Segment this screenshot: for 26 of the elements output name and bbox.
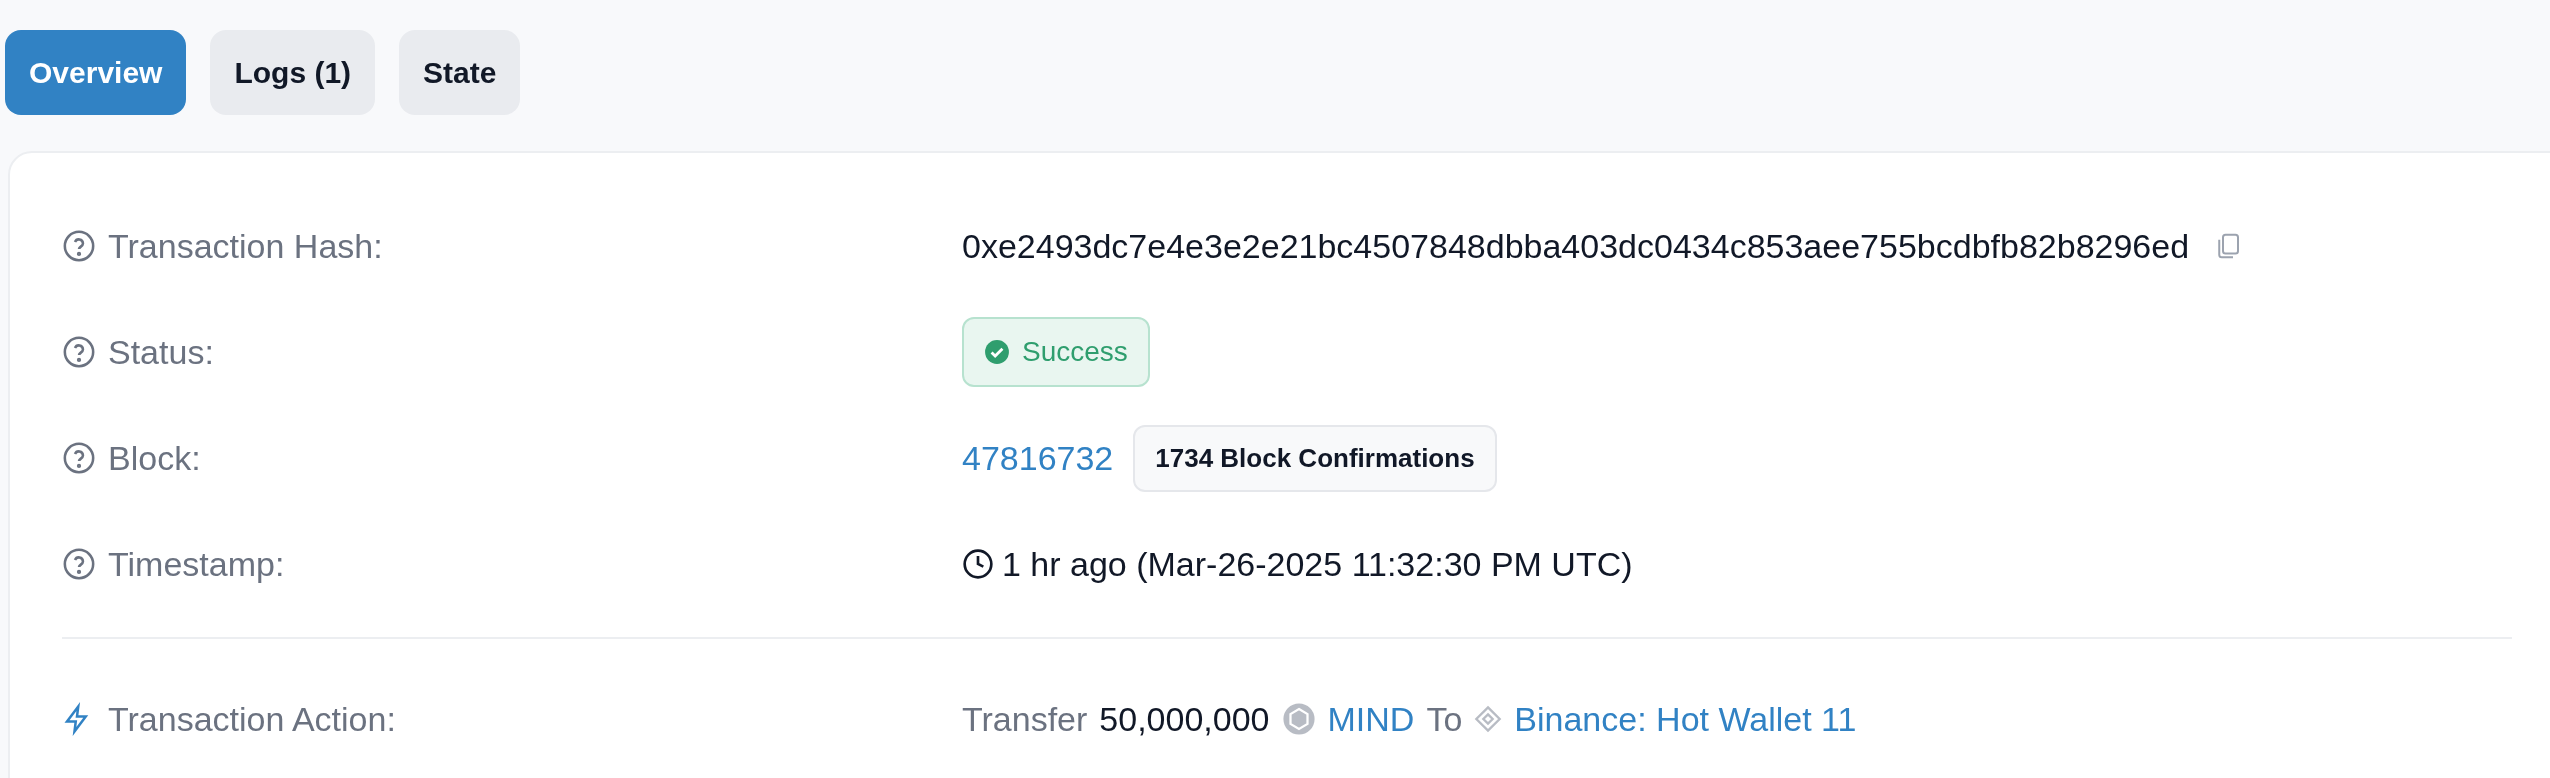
help-icon — [62, 335, 96, 369]
field-label: Transaction Hash: — [108, 225, 383, 267]
check-circle-icon — [984, 339, 1010, 365]
tab[interactable]: State — [399, 30, 521, 115]
field-label: Transaction Action: — [108, 698, 396, 740]
field-label: Timestamp: — [108, 543, 285, 585]
action-verb: Transfer — [962, 698, 1088, 740]
timestamp-text: 1 hr ago (Mar-26-2025 11:32:30 PM UTC) — [1002, 543, 1633, 585]
help-icon — [62, 229, 96, 263]
help-icon — [62, 547, 96, 581]
tab[interactable]: Logs (1) — [210, 30, 376, 115]
field-label: Block: — [108, 437, 201, 479]
confirmations-badge: 1734 Block Confirmations — [1133, 424, 1497, 492]
tab[interactable]: Overview — [5, 30, 187, 115]
diamond-icon — [1474, 705, 1503, 733]
token-icon — [1281, 702, 1316, 736]
token-link[interactable]: MIND — [1327, 693, 1415, 745]
to-text: To — [1426, 698, 1463, 740]
transaction-hash: 0xe2493dc7e4e3e2e21bc4507848dbba403dc0434c853aee755bcdbfb82b8296ed — [962, 225, 2190, 267]
status-badge: Success — [962, 317, 1150, 387]
field-label: Status: — [108, 331, 214, 373]
block-link[interactable]: 47816732 — [962, 432, 1114, 484]
transfer-amount: 50,000,000 — [1099, 698, 1270, 740]
help-icon — [62, 441, 96, 475]
clock-icon — [962, 548, 994, 580]
recipient-link[interactable]: Binance: Hot Wallet 11 — [1514, 693, 1857, 745]
